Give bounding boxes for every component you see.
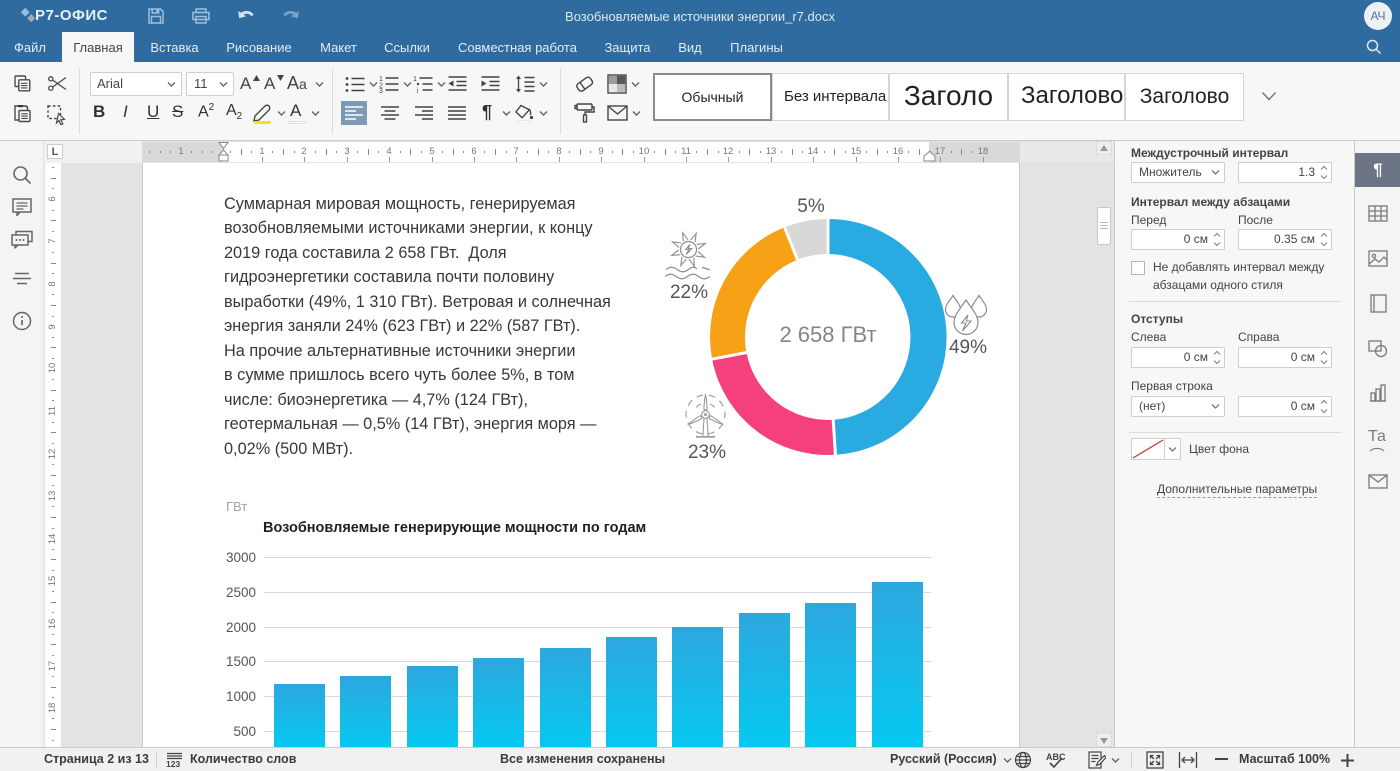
svg-text:ABC: ABC xyxy=(1046,752,1066,762)
svg-text:123: 123 xyxy=(166,759,180,768)
svg-text:i: i xyxy=(417,88,419,93)
svg-text:1: 1 xyxy=(413,76,417,83)
svg-text:3: 3 xyxy=(379,88,383,93)
